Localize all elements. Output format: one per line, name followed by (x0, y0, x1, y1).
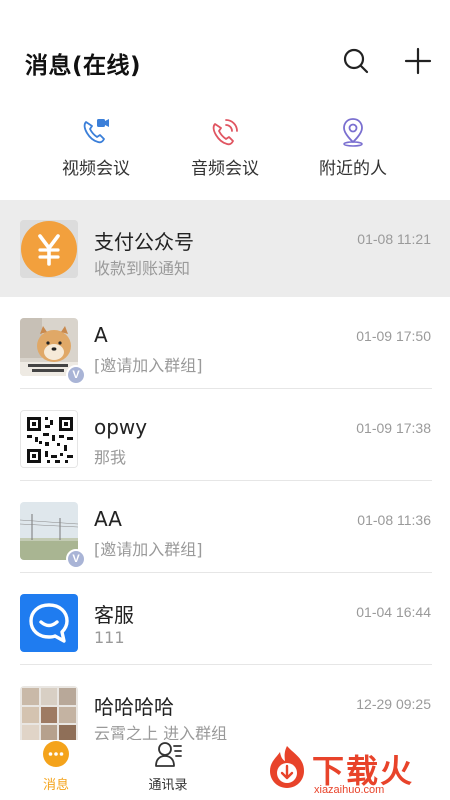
conversation-time: 01-09 17:38 (356, 420, 431, 436)
quick-actions: 视频会议 音频会议 附近的人 (0, 110, 450, 200)
conversation-preview: 收款到账通知 (94, 259, 191, 278)
avatar (20, 594, 78, 652)
avatar (20, 220, 78, 278)
conversation-row-aa[interactable]: V AA [邀请加入群组] 01-08 11:36 (0, 481, 450, 573)
chat-dots-icon (43, 741, 69, 767)
conversation-name: 哈哈哈哈 (94, 695, 174, 719)
conversation-preview: 云霄之上 进入群组 (94, 724, 228, 740)
tab-label: 通讯录 (148, 778, 188, 793)
plus-icon (404, 47, 432, 75)
conversation-row-hahahaha[interactable]: 哈哈哈哈 云霄之上 进入群组 12-29 09:25 (0, 665, 450, 740)
avatar (20, 686, 78, 740)
conversation-row-payment[interactable]: 支付公众号 收款到账通知 01-08 11:21 (0, 200, 450, 297)
conversation-time: 01-08 11:21 (357, 231, 431, 247)
nearby-people-label: 附近的人 (319, 159, 387, 179)
watermark: 下载火 xiazaihuo.com (262, 738, 450, 800)
video-meeting-label: 视频会议 (62, 159, 130, 179)
conversation-time: 01-09 17:50 (356, 328, 431, 344)
verified-badge: V (66, 549, 86, 569)
conversation-row-opwy[interactable]: opwy 那我 01-09 17:38 (0, 389, 450, 481)
conversation-preview: 111 (94, 628, 125, 647)
nearby-people-button[interactable]: 附近的人 (298, 110, 408, 190)
chat-bubble-icon (20, 594, 78, 652)
tab-label: 消息 (42, 778, 69, 793)
conversation-row-customer-service[interactable]: 客服 111 01-04 16:44 (0, 573, 450, 665)
audio-meeting-label: 音频会议 (191, 159, 259, 179)
header: 消息(在线) (0, 0, 450, 110)
conversation-time: 01-04 16:44 (356, 604, 431, 620)
conversation-name: 客服 (94, 603, 134, 627)
yen-icon (20, 220, 78, 278)
search-button[interactable] (339, 44, 373, 78)
watermark-logo (270, 746, 304, 788)
add-button[interactable] (401, 44, 435, 78)
avatar (20, 410, 78, 468)
video-call-icon (83, 119, 109, 144)
verified-badge: V (66, 365, 86, 385)
qr-code (21, 411, 77, 467)
conversation-list: 支付公众号 收款到账通知 01-08 11:21 V A [邀请加入群组] 01… (0, 200, 450, 740)
phone-call-icon (212, 119, 238, 146)
conversation-row-a[interactable]: V A [邀请加入群组] 01-09 17:50 (0, 297, 450, 389)
conversation-name: opwy (94, 415, 148, 439)
conversation-time: 12-29 09:25 (356, 696, 431, 712)
conversation-name: AA (94, 507, 122, 531)
conversation-preview: [邀请加入群组] (94, 540, 203, 559)
tab-contacts[interactable]: 通讯录 (128, 740, 208, 800)
watermark-url: xiazaihuo.com (314, 784, 385, 796)
conversation-preview: 那我 (94, 448, 127, 467)
video-meeting-button[interactable]: 视频会议 (41, 110, 151, 190)
search-icon (343, 48, 369, 74)
location-pin-icon (343, 118, 363, 147)
group-collage (20, 686, 78, 740)
audio-meeting-button[interactable]: 音频会议 (170, 110, 280, 190)
conversation-preview: [邀请加入群组] (94, 356, 203, 375)
page-title: 消息(在线) (25, 53, 142, 79)
contacts-icon (155, 742, 182, 767)
conversation-time: 01-08 11:36 (357, 512, 431, 528)
tab-messages[interactable]: 消息 (16, 740, 96, 800)
conversation-name: A (94, 323, 108, 347)
conversation-name: 支付公众号 (94, 230, 194, 254)
